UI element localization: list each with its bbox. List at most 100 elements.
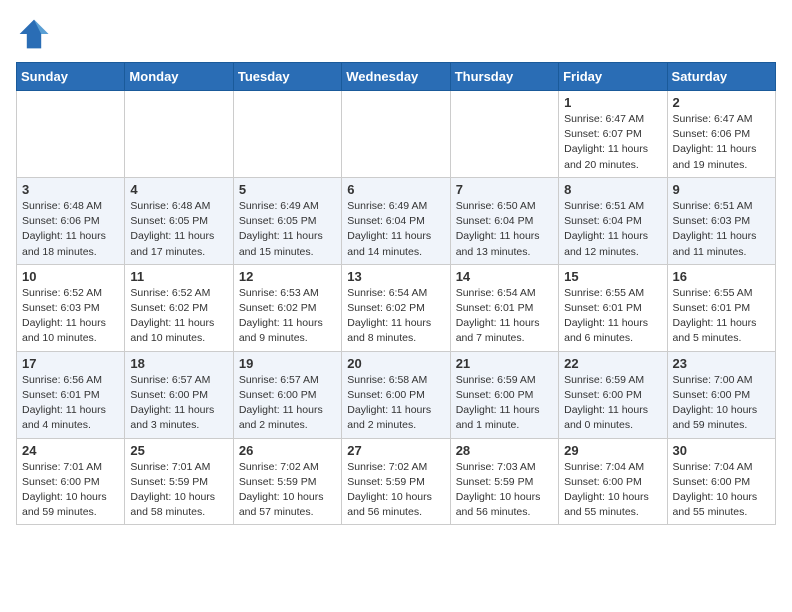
- day-number: 16: [673, 269, 770, 284]
- calendar-cell: 4 Sunrise: 6:48 AMSunset: 6:05 PMDaylight…: [125, 177, 233, 264]
- week-row-2: 3Sunrise: 6:48 AMSunset: 6:06 PMDaylight…: [17, 177, 776, 264]
- calendar-cell: 19Sunrise: 6:57 AMSunset: 6:00 PMDayligh…: [233, 351, 341, 438]
- calendar-cell: 7 Sunrise: 6:50 AMSunset: 6:04 PMDaylight…: [450, 177, 558, 264]
- cell-content: Sunrise: 7:03 AMSunset: 5:59 PMDaylight:…: [456, 460, 553, 521]
- cell-content: Sunrise: 6:59 AMSunset: 6:00 PMDaylight:…: [564, 373, 661, 434]
- day-number: 10: [22, 269, 119, 284]
- calendar-cell: 30Sunrise: 7:04 AMSunset: 6:00 PMDayligh…: [667, 438, 775, 525]
- cell-content: Sunrise: 7:01 AMSunset: 5:59 PMDaylight:…: [130, 460, 227, 521]
- calendar-cell: 17Sunrise: 6:56 AMSunset: 6:01 PMDayligh…: [17, 351, 125, 438]
- calendar-header: SundayMondayTuesdayWednesdayThursdayFrid…: [17, 63, 776, 91]
- cell-content: Sunrise: 6:55 AMSunset: 6:01 PMDaylight:…: [673, 286, 770, 347]
- calendar-cell: 11 Sunrise: 6:52 AMSunset: 6:02 PMDayligh…: [125, 264, 233, 351]
- day-number: 26: [239, 443, 336, 458]
- week-row-3: 10 Sunrise: 6:52 AMSunset: 6:03 PMDayligh…: [17, 264, 776, 351]
- cell-content: Sunrise: 6:59 AMSunset: 6:00 PMDaylight:…: [456, 373, 553, 434]
- cell-content: Sunrise: 6:54 AMSunset: 6:01 PMDaylight:…: [456, 286, 553, 347]
- weekday-header-thursday: Thursday: [450, 63, 558, 91]
- cell-content: Sunrise: 6:48 AMSunset: 6:05 PMDaylight:…: [130, 199, 227, 260]
- day-number: 29: [564, 443, 661, 458]
- weekday-header-wednesday: Wednesday: [342, 63, 450, 91]
- cell-content: Sunrise: 6:53 AMSunset: 6:02 PMDaylight:…: [239, 286, 336, 347]
- week-row-1: 1Sunrise: 6:47 AMSunset: 6:07 PMDaylight…: [17, 91, 776, 178]
- cell-content: Sunrise: 6:49 AMSunset: 6:05 PMDaylight:…: [239, 199, 336, 260]
- calendar-cell: 16 Sunrise: 6:55 AMSunset: 6:01 PMDayligh…: [667, 264, 775, 351]
- weekday-header-tuesday: Tuesday: [233, 63, 341, 91]
- calendar-cell: 8Sunrise: 6:51 AMSunset: 6:04 PMDaylight…: [559, 177, 667, 264]
- calendar-cell: 13Sunrise: 6:54 AMSunset: 6:02 PMDayligh…: [342, 264, 450, 351]
- calendar-cell: 28 Sunrise: 7:03 AMSunset: 5:59 PMDayligh…: [450, 438, 558, 525]
- day-number: 22: [564, 356, 661, 371]
- calendar-cell: [233, 91, 341, 178]
- cell-content: Sunrise: 7:04 AMSunset: 6:00 PMDaylight:…: [564, 460, 661, 521]
- calendar-cell: 26 Sunrise: 7:02 AMSunset: 5:59 PMDayligh…: [233, 438, 341, 525]
- cell-content: Sunrise: 6:58 AMSunset: 6:00 PMDaylight:…: [347, 373, 444, 434]
- calendar-cell: [125, 91, 233, 178]
- day-number: 28: [456, 443, 553, 458]
- calendar-cell: 5 Sunrise: 6:49 AMSunset: 6:05 PMDaylight…: [233, 177, 341, 264]
- cell-content: Sunrise: 6:51 AMSunset: 6:04 PMDaylight:…: [564, 199, 661, 260]
- day-number: 2: [673, 95, 770, 110]
- day-number: 20: [347, 356, 444, 371]
- calendar-cell: 6 Sunrise: 6:49 AMSunset: 6:04 PMDaylight…: [342, 177, 450, 264]
- weekday-header-sunday: Sunday: [17, 63, 125, 91]
- day-number: 17: [22, 356, 119, 371]
- calendar-cell: 27Sunrise: 7:02 AMSunset: 5:59 PMDayligh…: [342, 438, 450, 525]
- day-number: 9: [673, 182, 770, 197]
- cell-content: Sunrise: 7:00 AMSunset: 6:00 PMDaylight:…: [673, 373, 770, 434]
- calendar-cell: 29 Sunrise: 7:04 AMSunset: 6:00 PMDayligh…: [559, 438, 667, 525]
- logo-icon: [16, 16, 52, 52]
- calendar-cell: 1Sunrise: 6:47 AMSunset: 6:07 PMDaylight…: [559, 91, 667, 178]
- weekday-header-monday: Monday: [125, 63, 233, 91]
- calendar-cell: [450, 91, 558, 178]
- day-number: 24: [22, 443, 119, 458]
- day-number: 1: [564, 95, 661, 110]
- calendar-cell: 22 Sunrise: 6:59 AMSunset: 6:00 PMDayligh…: [559, 351, 667, 438]
- cell-content: Sunrise: 6:57 AMSunset: 6:00 PMDaylight:…: [130, 373, 227, 434]
- day-number: 6: [347, 182, 444, 197]
- calendar-cell: [17, 91, 125, 178]
- day-number: 12: [239, 269, 336, 284]
- calendar-cell: 20 Sunrise: 6:58 AMSunset: 6:00 PMDayligh…: [342, 351, 450, 438]
- page: SundayMondayTuesdayWednesdayThursdayFrid…: [0, 0, 792, 541]
- day-number: 4: [130, 182, 227, 197]
- cell-content: Sunrise: 7:02 AMSunset: 5:59 PMDaylight:…: [239, 460, 336, 521]
- day-number: 25: [130, 443, 227, 458]
- calendar-cell: 23 Sunrise: 7:00 AMSunset: 6:00 PMDayligh…: [667, 351, 775, 438]
- calendar-cell: 3Sunrise: 6:48 AMSunset: 6:06 PMDaylight…: [17, 177, 125, 264]
- calendar-cell: [342, 91, 450, 178]
- weekday-header-saturday: Saturday: [667, 63, 775, 91]
- day-number: 15: [564, 269, 661, 284]
- day-number: 23: [673, 356, 770, 371]
- day-number: 19: [239, 356, 336, 371]
- day-number: 7: [456, 182, 553, 197]
- header: [16, 16, 776, 52]
- calendar-cell: 10 Sunrise: 6:52 AMSunset: 6:03 PMDayligh…: [17, 264, 125, 351]
- day-number: 18: [130, 356, 227, 371]
- week-row-5: 24 Sunrise: 7:01 AMSunset: 6:00 PMDayligh…: [17, 438, 776, 525]
- cell-content: Sunrise: 6:49 AMSunset: 6:04 PMDaylight:…: [347, 199, 444, 260]
- weekday-header-friday: Friday: [559, 63, 667, 91]
- cell-content: Sunrise: 6:47 AMSunset: 6:06 PMDaylight:…: [673, 112, 770, 173]
- calendar-cell: 24 Sunrise: 7:01 AMSunset: 6:00 PMDayligh…: [17, 438, 125, 525]
- cell-content: Sunrise: 7:01 AMSunset: 6:00 PMDaylight:…: [22, 460, 119, 521]
- calendar-cell: 18 Sunrise: 6:57 AMSunset: 6:00 PMDayligh…: [125, 351, 233, 438]
- cell-content: Sunrise: 6:52 AMSunset: 6:02 PMDaylight:…: [130, 286, 227, 347]
- cell-content: Sunrise: 6:54 AMSunset: 6:02 PMDaylight:…: [347, 286, 444, 347]
- calendar-body: 1Sunrise: 6:47 AMSunset: 6:07 PMDaylight…: [17, 91, 776, 525]
- day-number: 3: [22, 182, 119, 197]
- week-row-4: 17Sunrise: 6:56 AMSunset: 6:01 PMDayligh…: [17, 351, 776, 438]
- day-number: 11: [130, 269, 227, 284]
- logo: [16, 16, 58, 52]
- calendar-cell: 9 Sunrise: 6:51 AMSunset: 6:03 PMDaylight…: [667, 177, 775, 264]
- calendar-table: SundayMondayTuesdayWednesdayThursdayFrid…: [16, 62, 776, 525]
- calendar-cell: 21 Sunrise: 6:59 AMSunset: 6:00 PMDayligh…: [450, 351, 558, 438]
- day-number: 5: [239, 182, 336, 197]
- day-number: 30: [673, 443, 770, 458]
- cell-content: Sunrise: 6:52 AMSunset: 6:03 PMDaylight:…: [22, 286, 119, 347]
- day-number: 27: [347, 443, 444, 458]
- cell-content: Sunrise: 6:55 AMSunset: 6:01 PMDaylight:…: [564, 286, 661, 347]
- cell-content: Sunrise: 6:50 AMSunset: 6:04 PMDaylight:…: [456, 199, 553, 260]
- cell-content: Sunrise: 6:51 AMSunset: 6:03 PMDaylight:…: [673, 199, 770, 260]
- day-number: 21: [456, 356, 553, 371]
